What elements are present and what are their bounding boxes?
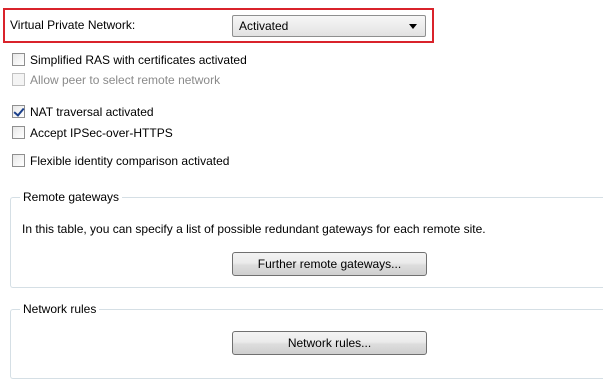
remote-gateways-title: Remote gateways: [20, 190, 123, 204]
further-remote-gateways-button[interactable]: Further remote gateways...: [232, 252, 427, 276]
option-nat-traversal[interactable]: NAT traversal activated: [12, 103, 154, 120]
checkbox-nat-traversal[interactable]: [12, 105, 25, 118]
option-label: Allow peer to select remote network: [30, 72, 221, 87]
checkbox-flexible-identity[interactable]: [12, 154, 25, 167]
checkbox-allow-peer-select: [12, 73, 25, 86]
option-label: Flexible identity comparison activated: [30, 153, 230, 168]
remote-gateways-description: In this table, you can specify a list of…: [22, 222, 486, 236]
option-ipsec-over-https[interactable]: Accept IPSec-over-HTTPS: [12, 124, 173, 141]
option-flexible-identity[interactable]: Flexible identity comparison activated: [12, 152, 229, 169]
network-rules-button[interactable]: Network rules...: [232, 331, 427, 355]
checkbox-ipsec-over-https[interactable]: [12, 126, 25, 139]
vpn-label: Virtual Private Network:: [10, 18, 136, 32]
vpn-select-value: Activated: [239, 19, 289, 33]
network-rules-title: Network rules: [20, 302, 100, 316]
option-simplified-ras[interactable]: Simplified RAS with certificates activat…: [12, 51, 247, 68]
option-label: NAT traversal activated: [30, 104, 154, 119]
option-label: Accept IPSec-over-HTTPS: [30, 125, 173, 140]
chevron-down-icon: [409, 23, 417, 29]
option-label: Simplified RAS with certificates activat…: [30, 52, 247, 67]
checkmark-icon: [13, 105, 25, 117]
option-allow-peer-select: Allow peer to select remote network: [12, 71, 220, 88]
checkbox-simplified-ras[interactable]: [12, 53, 25, 66]
vpn-select[interactable]: Activated: [232, 15, 426, 37]
